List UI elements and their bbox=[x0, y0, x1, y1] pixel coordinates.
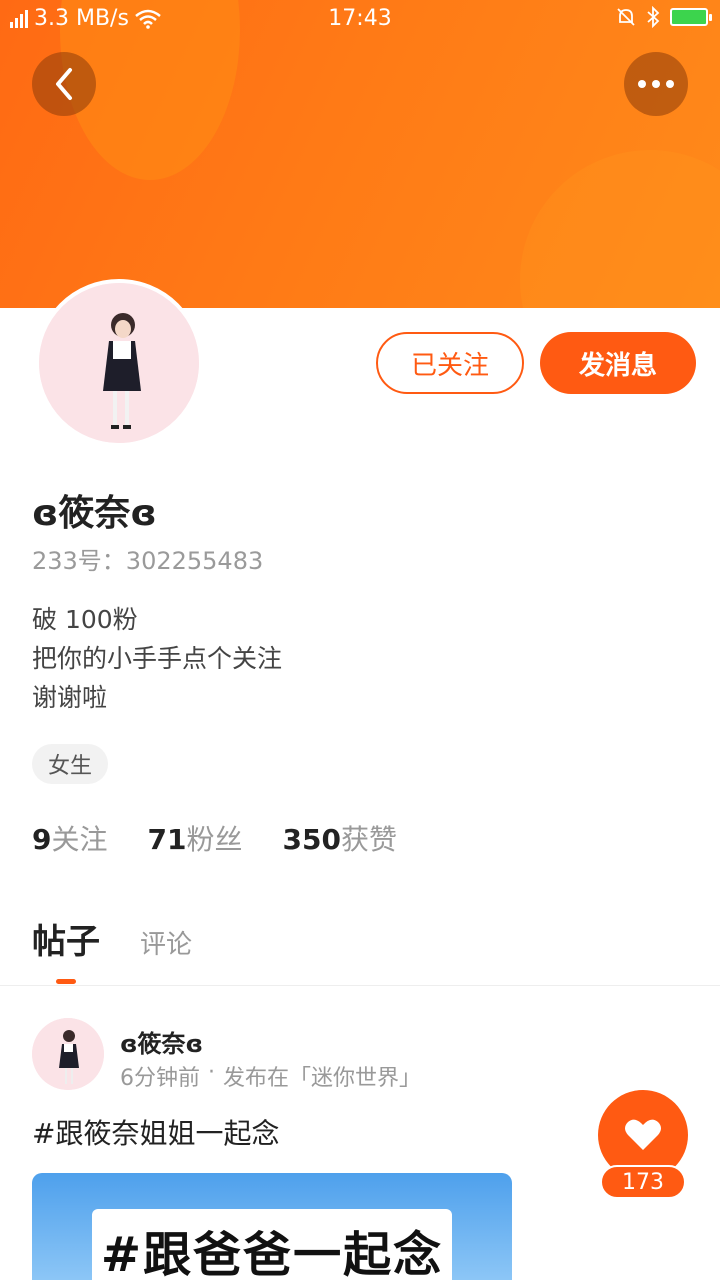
profile-banner bbox=[0, 0, 720, 308]
banner-decoration bbox=[520, 150, 720, 308]
post-text[interactable]: #跟筱奈姐姐一起念 bbox=[32, 1112, 279, 1152]
meta-separator: · bbox=[208, 1060, 215, 1085]
like-count: 173 bbox=[600, 1165, 686, 1199]
stat-number: 9 bbox=[32, 823, 52, 856]
post-location[interactable]: 发布在「迷你世界」 bbox=[223, 1060, 421, 1092]
profile-bio: 破 100粉 把你的小手手点个关注 谢谢啦 bbox=[32, 600, 282, 717]
post-author-name[interactable]: ɞ筱奈ɞ bbox=[120, 1024, 203, 1059]
profile-username: ɞ筱奈ɞ bbox=[32, 493, 157, 534]
anime-girl-avatar-image bbox=[32, 1018, 104, 1090]
bluetooth-icon bbox=[647, 6, 660, 28]
gender-tag: 女生 bbox=[32, 744, 109, 784]
more-dots-icon bbox=[638, 80, 674, 88]
post-image[interactable]: #跟爸爸一起念 bbox=[32, 1173, 512, 1280]
stat-likes: 350获赞 bbox=[282, 818, 396, 858]
stat-number: 71 bbox=[147, 823, 187, 856]
stat-label: 粉丝 bbox=[186, 823, 243, 856]
stat-label: 获赞 bbox=[340, 823, 397, 856]
post-image-caption: #跟爸爸一起念 bbox=[92, 1209, 452, 1280]
status-bar: 3.3 MB/s 17:43 bbox=[0, 0, 720, 40]
bio-line: 把你的小手手点个关注 bbox=[32, 644, 283, 673]
chevron-left-icon bbox=[56, 68, 72, 100]
anime-girl-avatar-image bbox=[39, 283, 199, 443]
stat-following[interactable]: 9关注 bbox=[32, 818, 108, 858]
mute-bell-icon bbox=[617, 8, 635, 26]
content-tabs: 帖子 评论 bbox=[32, 914, 192, 963]
send-message-button[interactable]: 发消息 bbox=[540, 332, 696, 394]
bio-line: 破 100粉 bbox=[32, 605, 138, 634]
stat-label: 关注 bbox=[51, 823, 108, 856]
battery-icon bbox=[670, 8, 712, 26]
post-author-avatar[interactable] bbox=[32, 1018, 104, 1090]
back-button[interactable] bbox=[32, 52, 96, 116]
tab-comments[interactable]: 评论 bbox=[140, 924, 192, 961]
divider bbox=[0, 985, 720, 986]
heart-icon bbox=[625, 1119, 661, 1150]
profile-id: 233号：302255483 bbox=[32, 547, 264, 575]
active-tab-indicator bbox=[56, 979, 76, 984]
bio-line: 谢谢啦 bbox=[32, 683, 108, 712]
more-button[interactable] bbox=[624, 52, 688, 116]
profile-stats: 9关注 71粉丝 350获赞 bbox=[32, 818, 397, 858]
tab-posts[interactable]: 帖子 bbox=[32, 914, 100, 963]
post-time: 6分钟前 bbox=[120, 1066, 200, 1091]
post-meta: 6分钟前 · 发布在「迷你世界」 bbox=[120, 1060, 421, 1092]
stat-followers[interactable]: 71粉丝 bbox=[148, 818, 243, 858]
clock: 17:43 bbox=[328, 6, 392, 31]
profile-avatar[interactable] bbox=[35, 279, 203, 447]
stat-number: 350 bbox=[282, 823, 341, 856]
followed-button[interactable]: 已关注 bbox=[376, 332, 524, 394]
